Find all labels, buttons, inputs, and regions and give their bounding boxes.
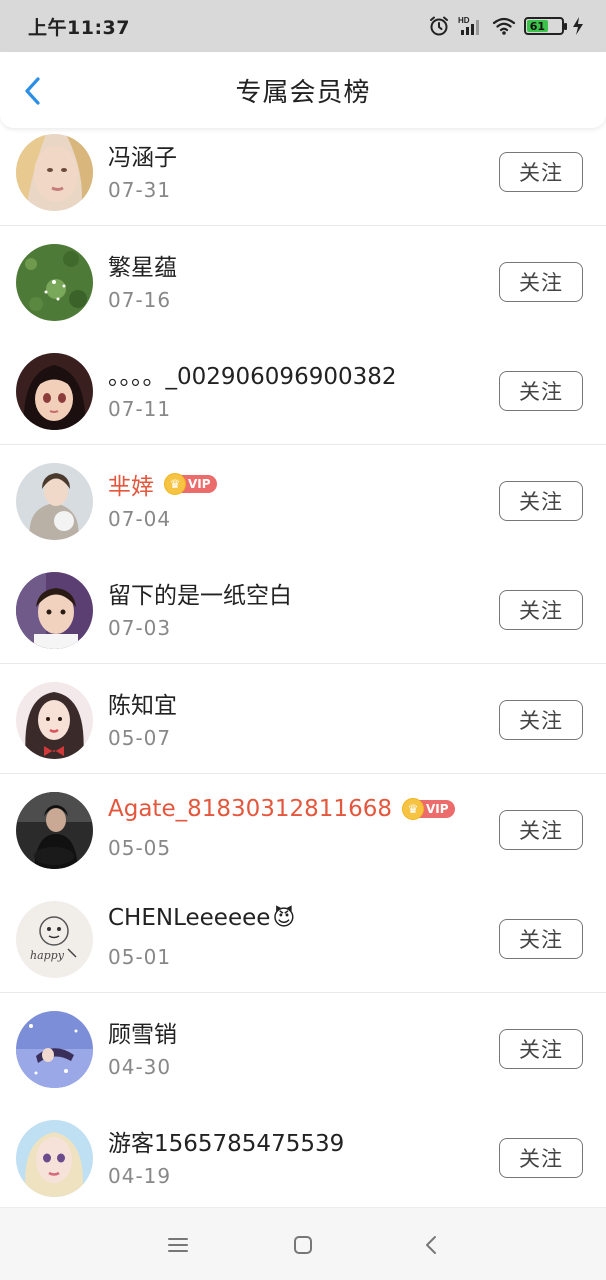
member-name[interactable]: CHENLeeeeee 😈 — [108, 905, 295, 931]
member-row[interactable]: 游客1565785475539 04-19 关注 — [0, 1102, 606, 1207]
member-row[interactable]: happy CHENLeeeeee 😈 05-01 关注 — [0, 883, 606, 994]
member-date: 04-30 — [108, 1054, 172, 1079]
follow-button[interactable]: 关注 — [499, 700, 583, 740]
follow-button[interactable]: 关注 — [499, 919, 583, 960]
member-date: 05-07 — [108, 726, 172, 750]
avatar[interactable] — [16, 134, 93, 211]
system-nav-bar — [0, 1207, 606, 1280]
back-button[interactable] — [18, 76, 48, 106]
status-icons: HD 61 — [428, 15, 584, 37]
member-name-text: Agate_81830312811668 — [108, 795, 392, 822]
member-row[interactable]: 。。。。_002906096900382 07-11 关注 — [0, 335, 606, 446]
crown-icon: ♛ — [164, 472, 186, 495]
status-bar: 上午11:37 HD 61 — [0, 0, 606, 52]
member-name-text: 冯涵子 — [108, 145, 177, 171]
member-name-text: 游客1565785475539 — [108, 1131, 345, 1158]
avatar[interactable] — [16, 791, 93, 869]
member-name-text: 留下的是一纸空白 — [108, 583, 292, 610]
charging-icon — [572, 16, 584, 36]
wifi-icon — [492, 16, 516, 36]
status-time: 上午11:37 — [28, 16, 130, 39]
header-bar: 专属会员榜 — [0, 52, 606, 128]
member-date: 07-11 — [108, 397, 172, 422]
member-date: 07-04 — [108, 506, 172, 531]
member-name[interactable]: 芈婞 ♛ VIP — [108, 467, 217, 501]
follow-button[interactable]: 关注 — [499, 809, 583, 850]
crown-icon: ♛ — [401, 797, 424, 820]
member-name-text: 陈知宜 — [108, 693, 177, 719]
home-square-icon[interactable] — [288, 1230, 318, 1260]
member-name-text: CHENLeeeeee — [108, 905, 271, 932]
avatar[interactable] — [16, 353, 93, 431]
member-name-text: 顾雪销 — [108, 1021, 177, 1048]
menu-icon[interactable] — [163, 1230, 193, 1260]
member-date: 04-19 — [108, 1164, 172, 1189]
avatar[interactable] — [16, 1120, 93, 1198]
hd-signal-icon: HD — [458, 15, 484, 37]
member-name[interactable]: 留下的是一纸空白 — [108, 576, 292, 610]
member-name[interactable]: 游客1565785475539 — [108, 1124, 344, 1158]
battery-level: 61 — [527, 20, 548, 33]
member-name-text: 芈婞 — [108, 473, 154, 500]
member-date: 05-01 — [108, 945, 172, 970]
member-name[interactable]: 陈知宜 — [108, 686, 177, 720]
member-row[interactable]: Agate_81830312811668 ♛ VIP 05-05 关注 — [0, 773, 606, 884]
follow-button[interactable]: 关注 — [499, 1028, 583, 1069]
member-name-text: 繁星蕴 — [108, 254, 177, 281]
member-list[interactable]: 冯涵子 07-31 关注 繁星蕴 07-16 关注 。。。。_002906096900382… — [0, 117, 606, 1207]
avatar[interactable] — [16, 243, 93, 321]
member-name[interactable]: 。。。。_002906096900382 — [108, 357, 397, 391]
svg-text:HD: HD — [458, 16, 470, 25]
member-name[interactable]: 冯涵子 — [108, 138, 177, 172]
battery-icon: 61 — [524, 17, 567, 35]
follow-button[interactable]: 关注 — [499, 371, 583, 412]
follow-button[interactable]: 关注 — [499, 152, 583, 192]
member-row[interactable]: 留下的是一纸空白 07-03 关注 — [0, 554, 606, 665]
svg-text:happy: happy — [30, 949, 65, 962]
member-row[interactable]: 芈婞 ♛ VIP 07-04 关注 — [0, 444, 606, 555]
vip-badge: ♛ VIP — [401, 797, 455, 820]
alarm-icon — [428, 15, 450, 37]
member-date: 07-03 — [108, 616, 172, 641]
chevron-left-icon — [25, 77, 40, 105]
vip-badge: ♛ VIP — [164, 472, 217, 495]
avatar[interactable] — [16, 462, 93, 540]
member-date: 07-16 — [108, 287, 172, 312]
avatar[interactable] — [16, 1010, 93, 1088]
page-title: 专属会员榜 — [235, 77, 371, 108]
member-date: 05-05 — [108, 835, 172, 860]
avatar[interactable] — [16, 682, 93, 759]
member-name[interactable]: 顾雪销 — [108, 1015, 177, 1049]
member-row[interactable]: 冯涵子 07-31 关注 — [0, 117, 606, 226]
emoji-devil-icon: 😈 — [272, 905, 296, 931]
member-row[interactable]: 顾雪销 04-30 关注 — [0, 992, 606, 1103]
avatar[interactable] — [16, 572, 93, 650]
follow-button[interactable]: 关注 — [499, 590, 583, 631]
follow-button[interactable]: 关注 — [499, 261, 583, 302]
follow-button[interactable]: 关注 — [499, 480, 583, 521]
member-row[interactable]: 陈知宜 05-07 关注 — [0, 664, 606, 774]
follow-button[interactable]: 关注 — [499, 1138, 583, 1179]
member-date: 07-31 — [108, 178, 172, 202]
member-row[interactable]: 繁星蕴 07-16 关注 — [0, 225, 606, 336]
avatar[interactable]: happy — [16, 901, 93, 979]
member-name[interactable]: 繁星蕴 — [108, 248, 177, 282]
back-triangle-icon[interactable] — [416, 1230, 446, 1260]
member-name[interactable]: Agate_81830312811668 ♛ VIP — [108, 796, 455, 822]
member-name-text: 。。。。_002906096900382 — [108, 364, 397, 391]
